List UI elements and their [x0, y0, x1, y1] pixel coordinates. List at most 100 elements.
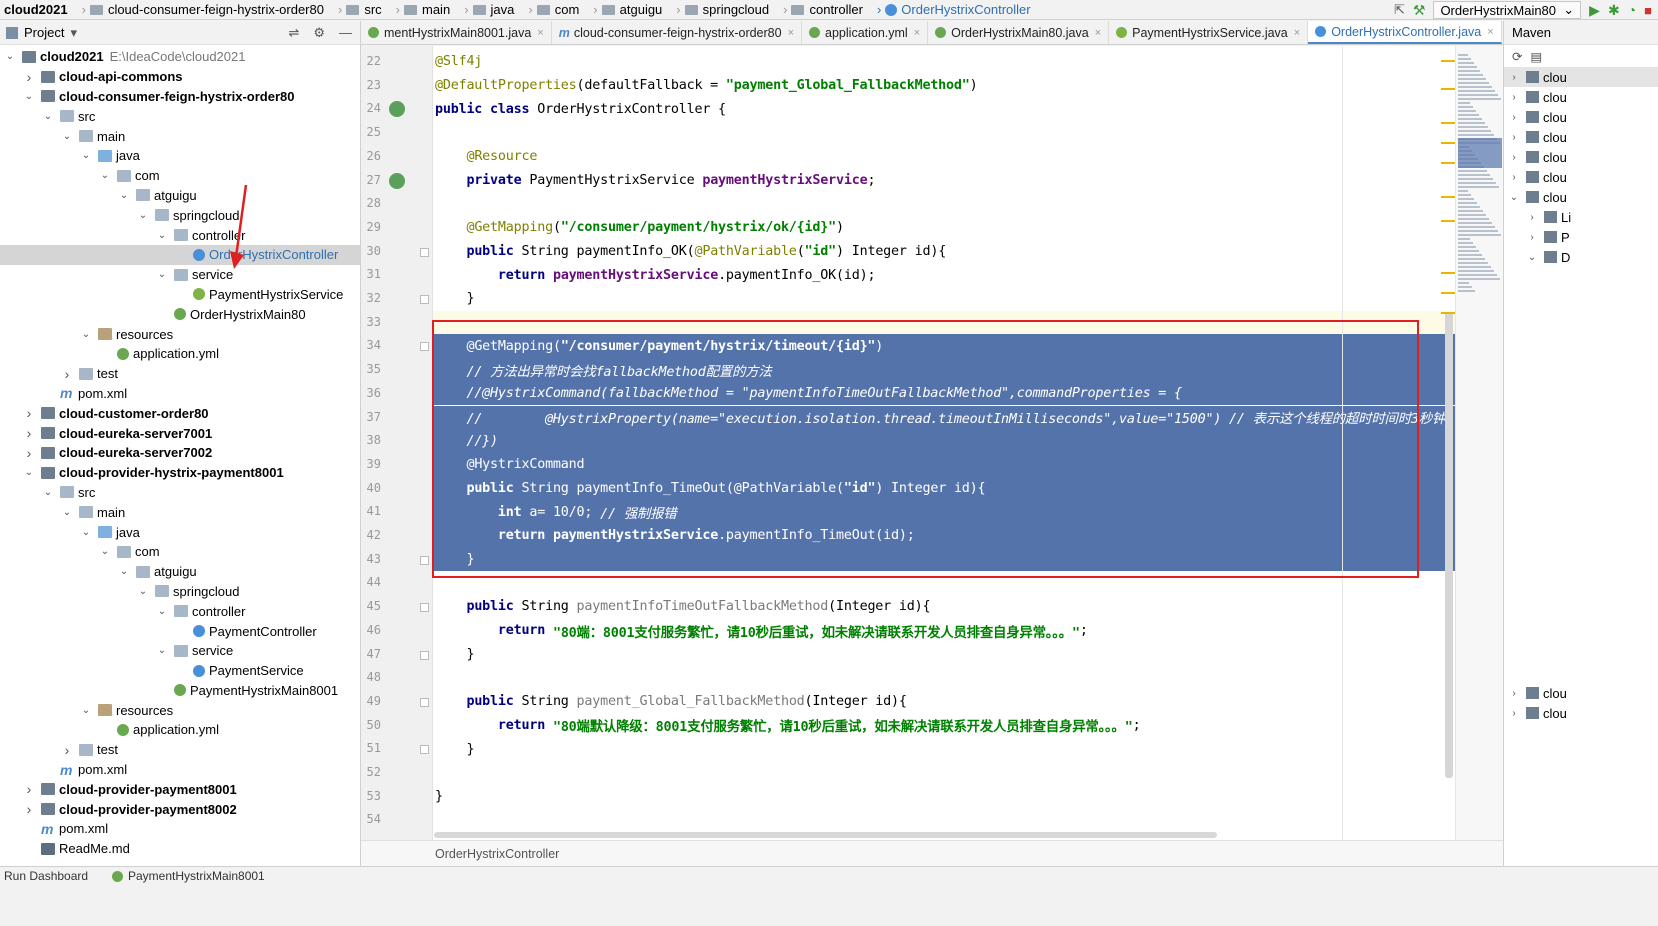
- maven-tree-item[interactable]: › clou: [1504, 167, 1658, 187]
- tree-item[interactable]: PaymentController: [0, 621, 360, 641]
- chevron-right-icon[interactable]: ›: [1508, 132, 1520, 143]
- maven-tree-item[interactable]: › clou: [1504, 67, 1658, 87]
- maven-tree-item[interactable]: › clou: [1504, 703, 1658, 723]
- tree-item[interactable]: ⌄ atguigu: [0, 562, 360, 582]
- tree-item[interactable]: ⌄ cloud2021 E:\IdeaCode\cloud2021: [0, 47, 360, 67]
- tree-item[interactable]: OrderHystrixMain80: [0, 304, 360, 324]
- fold-marker-icon[interactable]: [420, 745, 429, 755]
- chevron-right-icon[interactable]: ›: [23, 445, 35, 461]
- tree-item[interactable]: ⌄ service: [0, 641, 360, 661]
- maven-tree-item[interactable]: › Li: [1504, 207, 1658, 227]
- code-line[interactable]: }: [433, 287, 1455, 311]
- run-icon[interactable]: ▶: [1589, 2, 1600, 19]
- editor-tab[interactable]: PaymentHystrixService.java ×: [1109, 21, 1309, 44]
- close-icon[interactable]: ×: [788, 27, 794, 39]
- tree-item[interactable]: PaymentHystrixMain8001: [0, 681, 360, 701]
- editor-tab[interactable]: OrderHystrixMain80.java ×: [928, 21, 1110, 44]
- chevron-down-icon[interactable]: ⌄: [99, 170, 111, 181]
- code-line[interactable]: }: [433, 785, 1455, 809]
- add-icon[interactable]: ▤: [1530, 49, 1542, 64]
- code-line[interactable]: public class OrderHystrixController {: [433, 97, 1455, 121]
- breadcrumb-item[interactable]: › controller: [773, 2, 867, 17]
- collapse-all-icon[interactable]: ⇌: [288, 25, 299, 41]
- chevron-right-icon[interactable]: ›: [61, 366, 73, 382]
- tree-item[interactable]: ⌄ main: [0, 126, 360, 146]
- editor-breadcrumb-class[interactable]: OrderHystrixController: [435, 847, 559, 861]
- tree-item[interactable]: ⌄ springcloud: [0, 582, 360, 602]
- close-icon[interactable]: ×: [1487, 26, 1493, 38]
- tree-item[interactable]: › cloud-api-commons: [0, 67, 360, 87]
- tree-item[interactable]: m pom.xml: [0, 384, 360, 404]
- code-line[interactable]: [433, 121, 1455, 145]
- chevron-down-icon[interactable]: ⌄: [156, 269, 168, 280]
- code-line[interactable]: [433, 192, 1455, 216]
- chevron-right-icon[interactable]: ›: [23, 69, 35, 85]
- maven-tree-item[interactable]: › clou: [1504, 683, 1658, 703]
- spring-bean-icon[interactable]: [389, 101, 405, 118]
- chevron-down-icon[interactable]: ⌄: [156, 230, 168, 241]
- code-line[interactable]: @Slf4j: [433, 50, 1455, 74]
- chevron-down-icon[interactable]: ⌄: [61, 131, 73, 142]
- vertical-scrollbar[interactable]: [1445, 312, 1453, 778]
- warning-marker[interactable]: [1441, 60, 1455, 62]
- tree-item[interactable]: › cloud-eureka-server7002: [0, 443, 360, 463]
- chevron-right-icon[interactable]: ›: [1526, 232, 1538, 243]
- breadcrumb-item[interactable]: › springcloud: [666, 2, 773, 17]
- tree-item[interactable]: PaymentService: [0, 661, 360, 681]
- chevron-down-icon[interactable]: ⌄: [80, 329, 92, 340]
- chevron-right-icon[interactable]: ›: [1508, 172, 1520, 183]
- code-line[interactable]: }: [433, 737, 1455, 761]
- editor-tab[interactable]: mentHystrixMain8001.java ×: [361, 21, 552, 44]
- tree-item[interactable]: ⌄ controller: [0, 601, 360, 621]
- fold-marker-icon[interactable]: [420, 342, 429, 352]
- breadcrumb-item[interactable]: cloud2021: [0, 2, 72, 17]
- chevron-down-icon[interactable]: ⌄: [42, 487, 54, 498]
- tree-item[interactable]: › cloud-eureka-server7001: [0, 423, 360, 443]
- maven-tree-item[interactable]: › clou: [1504, 127, 1658, 147]
- tree-item[interactable]: ⌄ cloud-consumer-feign-hystrix-order80: [0, 87, 360, 107]
- project-panel-title[interactable]: Project: [24, 25, 64, 40]
- maven-tree-item[interactable]: › P: [1504, 227, 1658, 247]
- warning-marker[interactable]: [1441, 142, 1455, 144]
- chevron-down-icon[interactable]: ⌄: [137, 586, 149, 597]
- code-line[interactable]: }: [433, 643, 1455, 667]
- breadcrumb-item[interactable]: › main: [386, 2, 455, 17]
- warning-marker[interactable]: [1441, 272, 1455, 274]
- run-config-select[interactable]: OrderHystrixMain80 ⌄: [1433, 1, 1582, 19]
- chevron-right-icon[interactable]: ›: [1508, 708, 1520, 719]
- chevron-down-icon[interactable]: ⌄: [80, 150, 92, 161]
- build-icon[interactable]: ⚒: [1413, 2, 1426, 19]
- minimap-viewport[interactable]: [1458, 138, 1502, 168]
- chevron-right-icon[interactable]: ›: [61, 742, 73, 758]
- tree-item[interactable]: ReadMe.md: [0, 839, 360, 859]
- chevron-right-icon[interactable]: ›: [1508, 112, 1520, 123]
- code-line[interactable]: public String paymentInfoTimeOutFallback…: [433, 595, 1455, 619]
- code-line[interactable]: @GetMapping("/consumer/payment/hystrix/o…: [433, 216, 1455, 240]
- fold-marker-icon[interactable]: [420, 650, 429, 660]
- chevron-down-icon[interactable]: ⌄: [80, 527, 92, 538]
- chevron-right-icon[interactable]: ›: [1508, 72, 1520, 83]
- warning-marker[interactable]: [1441, 292, 1455, 294]
- tree-item[interactable]: ⌄ springcloud: [0, 205, 360, 225]
- fold-marker-icon[interactable]: [420, 697, 429, 707]
- maven-tree-item[interactable]: › clou: [1504, 147, 1658, 167]
- back-icon[interactable]: ⇱: [1394, 2, 1405, 18]
- code-line[interactable]: return "80端默认降级：8001支付服务繁忙，请10秒后重试，如未解决请…: [433, 714, 1455, 738]
- tree-item[interactable]: ⌄ main: [0, 502, 360, 522]
- tree-item[interactable]: ⌄ controller: [0, 225, 360, 245]
- debug-icon[interactable]: ✱: [1608, 2, 1620, 19]
- chevron-down-icon[interactable]: ⌄: [61, 507, 73, 518]
- tree-item[interactable]: ⌄ java: [0, 522, 360, 542]
- chevron-down-icon[interactable]: ⌄: [156, 606, 168, 617]
- tree-item[interactable]: PaymentHystrixService: [0, 285, 360, 305]
- tree-item[interactable]: ⌄ resources: [0, 700, 360, 720]
- code-line[interactable]: public String paymentInfo_OK(@PathVariab…: [433, 240, 1455, 264]
- chevron-right-icon[interactable]: ›: [1508, 92, 1520, 103]
- tree-item[interactable]: ⌄ resources: [0, 324, 360, 344]
- close-icon[interactable]: ×: [1294, 27, 1300, 39]
- code-line[interactable]: @DefaultProperties (defaultFallback = "pa…: [433, 74, 1455, 98]
- fold-marker-icon[interactable]: [420, 555, 429, 565]
- tree-item[interactable]: › test: [0, 740, 360, 760]
- warning-marker[interactable]: [1441, 196, 1455, 198]
- warning-marker[interactable]: [1441, 88, 1455, 90]
